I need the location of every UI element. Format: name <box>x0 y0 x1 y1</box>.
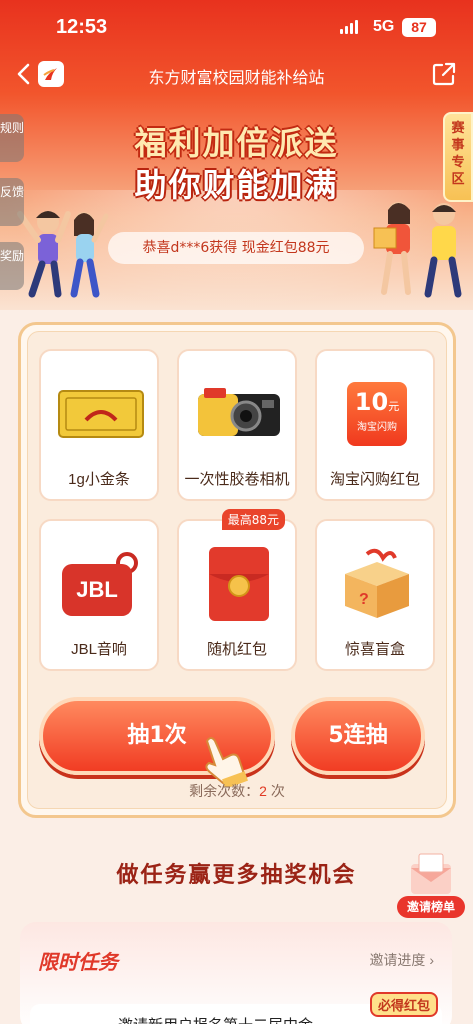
side-tab-rules-label: 规则 <box>0 121 25 135</box>
tasks-heading-text: 做任务赢更多抽奖机会 <box>116 863 357 888</box>
prize-card-speaker: JBL JBL音响 <box>39 519 159 671</box>
task-item-text: 邀请新用户报名第十二届中金 <box>118 1014 313 1024</box>
prize-card-mystery-box: ? 惊喜盲盒 <box>315 519 435 671</box>
side-tab-rules[interactable]: 规则 <box>0 114 24 162</box>
student-cheering-icon <box>17 211 109 298</box>
coupon-value: 10 <box>354 388 389 416</box>
prize-label: 一次性胶卷相机 <box>184 471 290 488</box>
battery-icon: 87 <box>402 18 436 37</box>
red-envelope-icon <box>189 539 289 629</box>
season-zone-label: 赛事专区 <box>451 121 465 187</box>
season-zone-tab[interactable]: 赛事专区 <box>443 112 473 202</box>
remaining-prefix: 剩余次数： <box>189 783 260 799</box>
draw-once-label: 抽1次 <box>127 723 187 748</box>
nav-bar: 东方财富校园财能补给站 <box>0 52 473 96</box>
prize-card-taobao: 10元 淘宝闪购 淘宝闪购红包 <box>315 349 435 501</box>
speaker-brand: JBL <box>76 577 118 602</box>
prize-label: 随机红包 <box>206 641 267 658</box>
task-item-invite[interactable]: 邀请新用户报名第十二届中金 必得红包 <box>30 992 442 1024</box>
limited-task-title: 限时任务 <box>38 950 118 974</box>
invite-progress-link[interactable]: 邀请进度 › <box>369 950 434 970</box>
limited-task-card: 限时任务 邀请进度 › 邀请新用户报名第十二届中金 必得红包 <box>20 922 452 1024</box>
prize-card-camera: 一次性胶卷相机 <box>177 349 297 501</box>
side-tab-rewards[interactable]: 奖励 <box>0 242 24 290</box>
coupon-sub: 淘宝闪购 <box>357 422 397 433</box>
prize-label: 惊喜盲盒 <box>344 641 405 658</box>
prize-label: JBL音响 <box>71 641 127 658</box>
students-gift-icon <box>373 202 462 298</box>
page-title: 东方财富校园财能补给站 <box>148 70 325 87</box>
prize-card-gold-bar: 1g小金条 <box>39 349 159 501</box>
draw-five-label: 5连抽 <box>328 723 388 748</box>
share-icon[interactable] <box>431 61 457 87</box>
film-camera-icon <box>189 369 289 459</box>
remaining-suffix: 次 <box>266 783 285 799</box>
status-time: 12:53 <box>56 16 108 38</box>
invite-progress-label: 邀请进度 <box>369 952 426 968</box>
invite-rank-button[interactable]: 邀请榜单 <box>397 852 465 918</box>
gold-bar-icon <box>51 369 151 459</box>
draw-five-button[interactable]: 5连抽 <box>291 697 425 775</box>
network-type: 5G <box>373 18 395 35</box>
side-tab-rewards-label: 奖励 <box>0 249 25 263</box>
remaining-count: 2 <box>259 783 267 799</box>
remaining-draws: 剩余次数：2 次 <box>21 781 453 801</box>
prize-max-badge: 最高88元 <box>221 509 285 530</box>
prize-label: 1g小金条 <box>68 471 130 488</box>
taobao-coupon-icon: 10元 淘宝闪购 <box>327 369 427 459</box>
prize-label: 淘宝闪购红包 <box>329 471 420 488</box>
status-bar: 12:53 5G 87 <box>0 0 473 52</box>
envelope-gift-icon <box>411 853 451 894</box>
lottery-panel: 1g小金条 一次性胶卷相机 10元 淘宝闪购 淘宝闪购红包 JBL JBL音响 … <box>18 322 456 818</box>
coupon-unit: 元 <box>388 400 400 413</box>
side-tab-feedback[interactable]: 反馈 <box>0 178 24 226</box>
mystery-box-icon: ? <box>327 539 427 629</box>
side-tab-feedback-label: 反馈 <box>0 185 25 199</box>
winner-ticker: 恭喜d***6获得 现金红包88元 <box>108 232 364 264</box>
cellular-signal-icon <box>340 20 360 34</box>
task-item-badge: 必得红包 <box>369 992 438 1017</box>
svg-text:?: ? <box>359 591 369 608</box>
pointing-hand-icon <box>205 737 248 787</box>
invite-rank-label: 邀请榜单 <box>397 896 465 918</box>
jbl-speaker-icon: JBL <box>51 539 151 629</box>
slogan-line-1: 福利加倍派送 <box>134 124 339 162</box>
hero-banner: 12:53 5G 87 东方财富校园财能补给站 福利加倍派送 助你财能加满 恭喜… <box>0 0 473 310</box>
chevron-right-icon: › <box>429 952 434 968</box>
prize-card-red-envelope: 最高88元 随机红包 <box>177 509 297 671</box>
